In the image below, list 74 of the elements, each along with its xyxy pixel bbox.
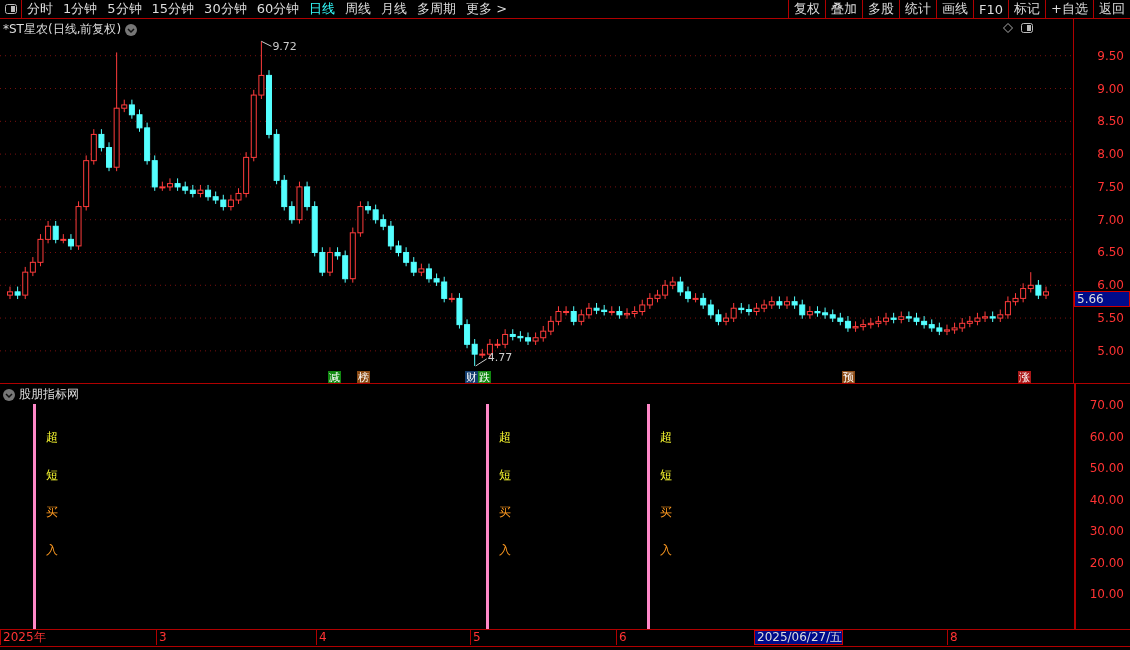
signal-text: 超 bbox=[499, 429, 511, 446]
date-axis-label: 4 bbox=[316, 630, 327, 645]
indicator-axis-label: 20.00 bbox=[1089, 555, 1124, 570]
price-axis-label: 6.50 bbox=[1097, 245, 1124, 260]
price-axis-label: 5.50 bbox=[1097, 311, 1124, 326]
toolbar-button[interactable]: F10 bbox=[973, 0, 1009, 18]
period-tab[interactable]: 60分钟 bbox=[251, 0, 305, 18]
leader-line bbox=[475, 358, 488, 367]
indicator-title: 股朋指标网 bbox=[19, 386, 79, 403]
price-axis-label: 8.00 bbox=[1097, 147, 1124, 162]
period-tab[interactable]: 5分钟 bbox=[102, 0, 147, 18]
signal-text: 买 bbox=[46, 504, 58, 521]
indicator-axis-label: 10.00 bbox=[1089, 587, 1124, 601]
panel-toggle-icon[interactable] bbox=[1021, 23, 1033, 33]
signal-text: 短 bbox=[499, 466, 511, 484]
signal-text: 短 bbox=[46, 466, 58, 484]
event-marker[interactable]: 涨 bbox=[1018, 371, 1031, 383]
chart-title: *ST星农(日线,前复权) bbox=[3, 21, 122, 38]
low-price-annotation: 4.77 bbox=[487, 350, 513, 364]
dropdown-icon[interactable] bbox=[125, 23, 138, 36]
date-axis-label: 8 bbox=[947, 630, 958, 645]
price-axis-label: 5.00 bbox=[1097, 343, 1124, 358]
period-tab[interactable]: 月线 bbox=[376, 0, 413, 18]
toolbar-button[interactable]: 统计 bbox=[899, 0, 937, 18]
period-tab[interactable]: 多周期 bbox=[412, 0, 462, 18]
period-tab[interactable]: 日线 bbox=[304, 0, 341, 18]
toolbar-button[interactable]: 标记 bbox=[1008, 0, 1046, 18]
period-tab[interactable]: 更多 > bbox=[461, 0, 513, 18]
date-axis-label: 3 bbox=[156, 630, 167, 645]
indicator-axis-label: 60.00 bbox=[1089, 429, 1124, 444]
date-axis-label: 6 bbox=[616, 630, 627, 645]
price-axis-label: 6.00 bbox=[1097, 278, 1124, 293]
signal-text: 超 bbox=[46, 429, 58, 446]
indicator-axis-label: 30.00 bbox=[1089, 524, 1124, 538]
toolbar-button[interactable]: 叠加 bbox=[825, 0, 863, 18]
high-price-annotation: 9.72 bbox=[272, 40, 297, 54]
period-tab[interactable]: 15分钟 bbox=[146, 0, 200, 18]
period-tab[interactable]: 30分钟 bbox=[199, 0, 252, 18]
signal-text: 买 bbox=[499, 504, 511, 521]
indicator-axis-label: 50.00 bbox=[1089, 461, 1124, 475]
event-marker[interactable]: 预 bbox=[842, 371, 855, 383]
current-price-label: 5.66 bbox=[1074, 291, 1130, 307]
panel-toggle-icon[interactable] bbox=[4, 4, 17, 14]
toolbar-button[interactable]: +自选 bbox=[1045, 0, 1093, 18]
signal-text: 入 bbox=[46, 541, 58, 559]
leader-line bbox=[260, 40, 272, 47]
dropdown-icon[interactable] bbox=[3, 388, 15, 401]
signal-text: 短 bbox=[660, 466, 672, 484]
price-axis-label: 7.50 bbox=[1097, 179, 1124, 194]
event-marker[interactable]: 财 bbox=[465, 371, 478, 383]
indicator-axis-label: 70.00 bbox=[1089, 398, 1124, 412]
signal-text: 入 bbox=[499, 541, 511, 559]
date-axis-label: 5 bbox=[470, 630, 481, 645]
event-marker[interactable]: 榜 bbox=[357, 371, 370, 383]
toolbar-button[interactable]: 画线 bbox=[936, 0, 974, 18]
diamond-icon[interactable] bbox=[1003, 23, 1013, 33]
period-tab[interactable]: 周线 bbox=[340, 0, 377, 18]
toolbar-button[interactable]: 多股 bbox=[862, 0, 900, 18]
period-tab[interactable]: 1分钟 bbox=[58, 0, 103, 18]
period-tab[interactable]: 分时 bbox=[22, 0, 58, 18]
price-axis-label: 7.00 bbox=[1097, 212, 1124, 227]
price-axis-label: 9.50 bbox=[1097, 48, 1124, 63]
date-axis-label: 2025年 bbox=[0, 630, 46, 645]
signal-text: 入 bbox=[660, 541, 672, 559]
signal-text: 超 bbox=[660, 429, 672, 446]
date-axis-label: 2025/06/27/五 bbox=[754, 630, 844, 645]
price-axis-label: 8.50 bbox=[1097, 114, 1124, 129]
event-marker[interactable]: 跌 bbox=[478, 371, 491, 383]
toolbar-button[interactable]: 返回 bbox=[1093, 0, 1130, 18]
signal-text: 买 bbox=[660, 504, 672, 521]
event-marker[interactable]: 减 bbox=[328, 371, 341, 383]
price-axis-label: 9.00 bbox=[1097, 81, 1124, 96]
toolbar-button[interactable]: 复权 bbox=[788, 0, 826, 18]
indicator-axis-label: 40.00 bbox=[1089, 492, 1124, 507]
